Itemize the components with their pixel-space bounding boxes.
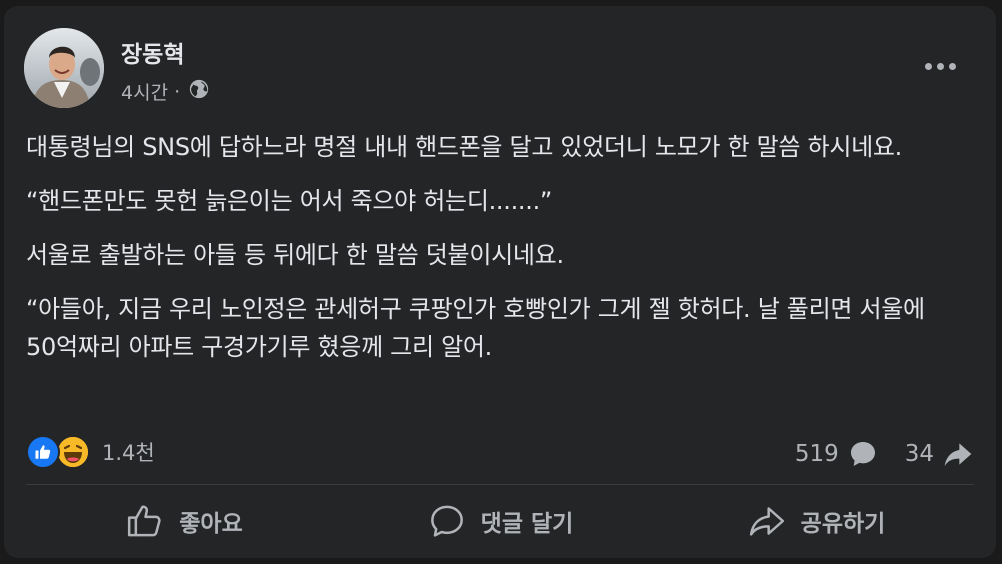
post-paragraph: 서울로 출발하는 아들 등 뒤에다 한 말씀 덧붙이시네요.: [26, 241, 564, 269]
share-arrow-icon: [944, 443, 972, 466]
post-paragraph: “아들아, 지금 우리 노인정은 관세허구 쿠팡인가 호빵인가 그게 젤 핫허다…: [26, 295, 925, 361]
reaction-summary[interactable]: 1.4천: [26, 432, 155, 472]
comment-button-label: 댓글 달기: [480, 511, 574, 537]
avatar-photo: [24, 28, 104, 108]
post-card: 장동혁 4시간 · 대통령님의 SNS에 답하느라 명절 내내 핸드폰을 달고 …: [4, 6, 996, 558]
comment-bubble-icon: [850, 442, 875, 466]
avatar[interactable]: [24, 28, 104, 108]
share-count-value: 34: [904, 441, 934, 467]
comment-count[interactable]: 519: [795, 438, 879, 470]
globe-icon: [188, 78, 210, 105]
more-dot: [936, 62, 944, 70]
more-options-button[interactable]: [918, 52, 962, 80]
post-text: 대통령님의 SNS에 답하느라 명절 내내 핸드폰을 달고 있었더니 노모가 한…: [26, 128, 984, 382]
more-dot: [948, 62, 956, 70]
comment-icon: [430, 505, 463, 537]
reaction-count: 1.4천: [102, 441, 155, 465]
share-count[interactable]: 34: [905, 438, 974, 470]
haha-reaction-icon: [56, 435, 90, 469]
like-button-label: 좋아요: [179, 511, 243, 537]
more-dot: [924, 62, 932, 70]
share-button[interactable]: 공유하기: [658, 492, 974, 550]
post-paragraph: 대통령님의 SNS에 답하느라 명절 내내 핸드폰을 달고 있었더니 노모가 한…: [26, 133, 902, 161]
divider: [26, 484, 974, 485]
comment-count-value: 519: [794, 441, 839, 467]
action-bar: 좋아요 댓글 달기 공유하기: [26, 492, 974, 550]
thumbs-up-icon: [128, 505, 161, 537]
share-button-label: 공유하기: [800, 511, 886, 537]
feed-background: 장동혁 4시간 · 대통령님의 SNS에 답하느라 명절 내내 핸드폰을 달고 …: [0, 0, 1002, 564]
author-name[interactable]: 장동혁: [121, 35, 184, 69]
post-meta: 4시간 ·: [121, 78, 210, 105]
post-paragraph: “핸드폰만도 못헌 늙은이는 어서 죽으야 허는디.......”: [26, 187, 553, 215]
engagement-stats: 519 34: [795, 434, 974, 474]
meta-separator: ·: [174, 80, 181, 103]
share-icon: [749, 507, 784, 536]
post-timestamp[interactable]: 4시간: [121, 78, 168, 105]
like-button[interactable]: 좋아요: [26, 492, 342, 550]
comment-button[interactable]: 댓글 달기: [342, 492, 658, 550]
like-reaction-icon: [26, 435, 60, 469]
